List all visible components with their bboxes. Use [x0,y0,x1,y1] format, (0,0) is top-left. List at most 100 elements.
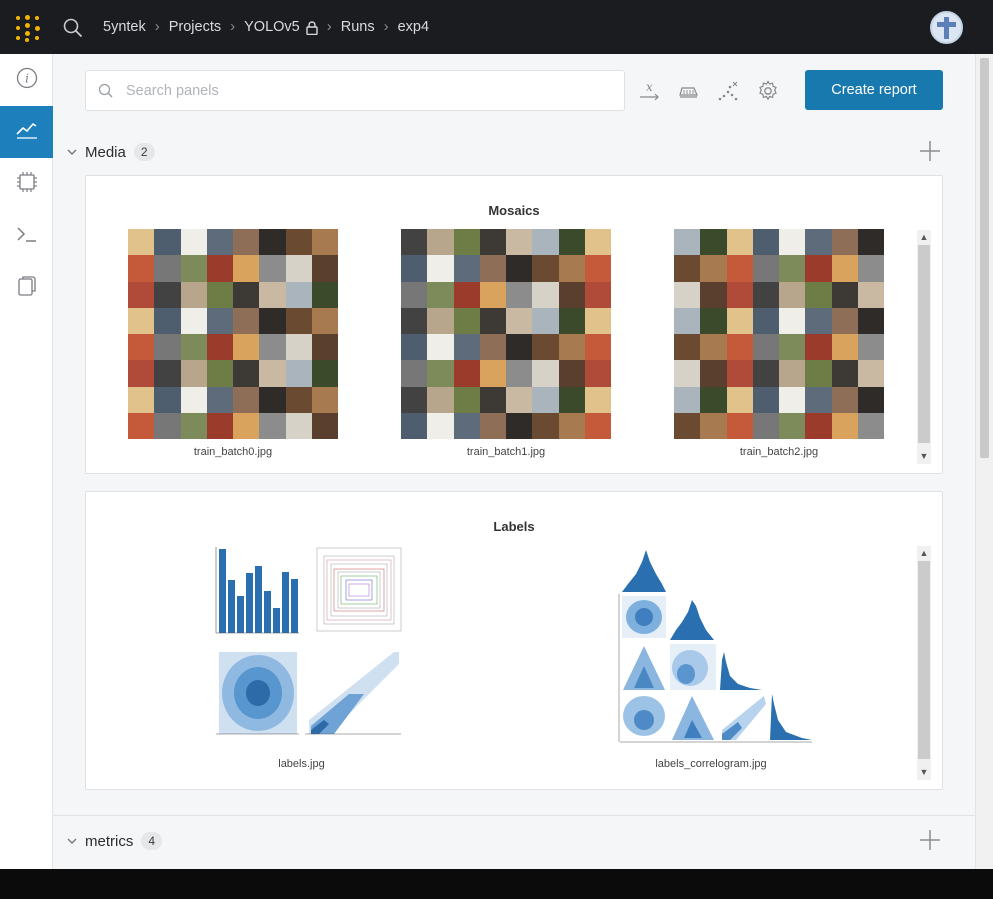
mosaic-tile [311,281,338,308]
mosaic-tile [779,334,806,361]
chevron-right-icon: › [383,18,389,35]
mosaic-tile [479,360,506,387]
scroll-up-icon[interactable]: ▲ [917,547,931,559]
mosaic-tile [584,334,611,361]
mosaic-tile [506,281,533,308]
mosaic-tile [401,386,428,413]
mosaic-tile [506,360,533,387]
add-panel-icon[interactable] [919,140,941,162]
mosaic-tile [128,386,155,413]
info-icon: i [16,67,38,94]
mosaic-tile [674,386,701,413]
mosaic-tile [479,386,506,413]
mosaic-tile [154,255,181,282]
top-navigation-bar: 5yntek › Projects › YOLOv5 › Runs › exp4 [0,0,993,54]
search-icon[interactable] [62,17,84,39]
mosaic-tile [453,360,480,387]
sidebar-item-files[interactable] [0,262,53,314]
mosaic-tile [700,229,727,256]
mosaic-tile [752,334,779,361]
section-header-media[interactable]: Media 2 [65,140,155,164]
chevron-right-icon: › [154,18,160,35]
image-labels-correlogram[interactable] [606,544,816,749]
panel-search-box[interactable] [85,70,625,111]
mosaic-tile [558,255,585,282]
image-train-batch1[interactable] [401,229,611,439]
sidebar-item-logs[interactable] [0,210,53,262]
mosaic-tile [401,229,428,256]
mosaic-tile [831,412,858,439]
panel-mosaics: Mosaics train_batch0.jpg train_batch1.jp… [85,175,943,474]
panel-count-badge: 4 [141,832,163,850]
mosaic-tile [453,229,480,256]
mosaic-tile [206,281,233,308]
breadcrumb-project[interactable]: YOLOv5 [244,19,300,35]
sidebar-item-overview[interactable]: i [0,54,53,106]
scrollbar-thumb[interactable] [980,58,989,458]
mosaic-tile [674,307,701,334]
mosaic-tile [401,307,428,334]
lock-icon [306,20,318,35]
mosaic-tile [206,386,233,413]
image-labels[interactable] [199,544,404,749]
mosaic-tile [558,307,585,334]
breadcrumb-entity[interactable]: 5yntek [103,19,146,35]
smoothing-icon[interactable] [675,78,701,104]
search-input[interactable] [126,71,616,110]
mosaic-tile [558,360,585,387]
mosaic-tile [479,412,506,439]
panel-title: Labels [493,519,535,534]
user-avatar[interactable] [930,11,963,44]
breadcrumb-run[interactable]: exp4 [398,19,429,35]
mosaic-tile [726,360,753,387]
image-train-batch2[interactable] [674,229,884,439]
mosaic-tile [726,412,753,439]
settings-icon[interactable] [755,78,781,104]
files-icon [16,274,38,303]
mosaic-tile [285,229,312,256]
mosaic-tile [752,281,779,308]
mosaic-tile [779,281,806,308]
section-title: metrics [85,832,134,850]
create-report-button[interactable]: Create report [805,70,943,110]
mosaic-tile [233,281,260,308]
mosaic-tile [857,255,884,282]
scrollbar-thumb[interactable] [918,561,930,759]
x-axis-icon[interactable]: x [637,78,663,104]
mosaic-tile [401,334,428,361]
mosaic-tile [779,412,806,439]
sidebar-item-charts[interactable] [0,106,53,158]
mosaic-tile [506,412,533,439]
image-caption: labels.jpg [278,758,325,770]
mosaic-tile [779,360,806,387]
panel-count-badge: 2 [133,143,155,161]
panel-scrollbar[interactable]: ▲ ▼ [917,230,931,464]
mosaic-tile [479,281,506,308]
mosaic-tile [532,412,559,439]
mosaic-tile [154,281,181,308]
wandb-logo-icon[interactable] [14,14,42,42]
panel-scrollbar[interactable]: ▲ ▼ [917,546,931,780]
app-window: 5yntek › Projects › YOLOv5 › Runs › exp4… [0,0,993,869]
add-panel-icon[interactable] [919,829,941,851]
sidebar-item-system[interactable] [0,158,53,210]
scrollbar-thumb[interactable] [918,245,930,443]
mosaic-tile [128,281,155,308]
mosaic-tile [453,255,480,282]
section-header-metrics[interactable]: metrics 4 [65,829,163,853]
breadcrumb-runs[interactable]: Runs [341,19,375,35]
scroll-up-icon[interactable]: ▲ [917,231,931,243]
outliers-icon[interactable] [715,78,741,104]
scroll-down-icon[interactable]: ▼ [917,450,931,462]
mosaic-tile [311,229,338,256]
mosaic-tile [857,360,884,387]
image-train-batch0[interactable] [128,229,338,439]
mosaic-tile [726,307,753,334]
scroll-down-icon[interactable]: ▼ [917,766,931,778]
search-icon [98,83,114,99]
breadcrumb-projects[interactable]: Projects [169,19,221,35]
page-scrollbar[interactable] [975,54,993,869]
mosaic-tile [453,386,480,413]
mosaic-tile [558,386,585,413]
section-title: Media [85,143,126,161]
